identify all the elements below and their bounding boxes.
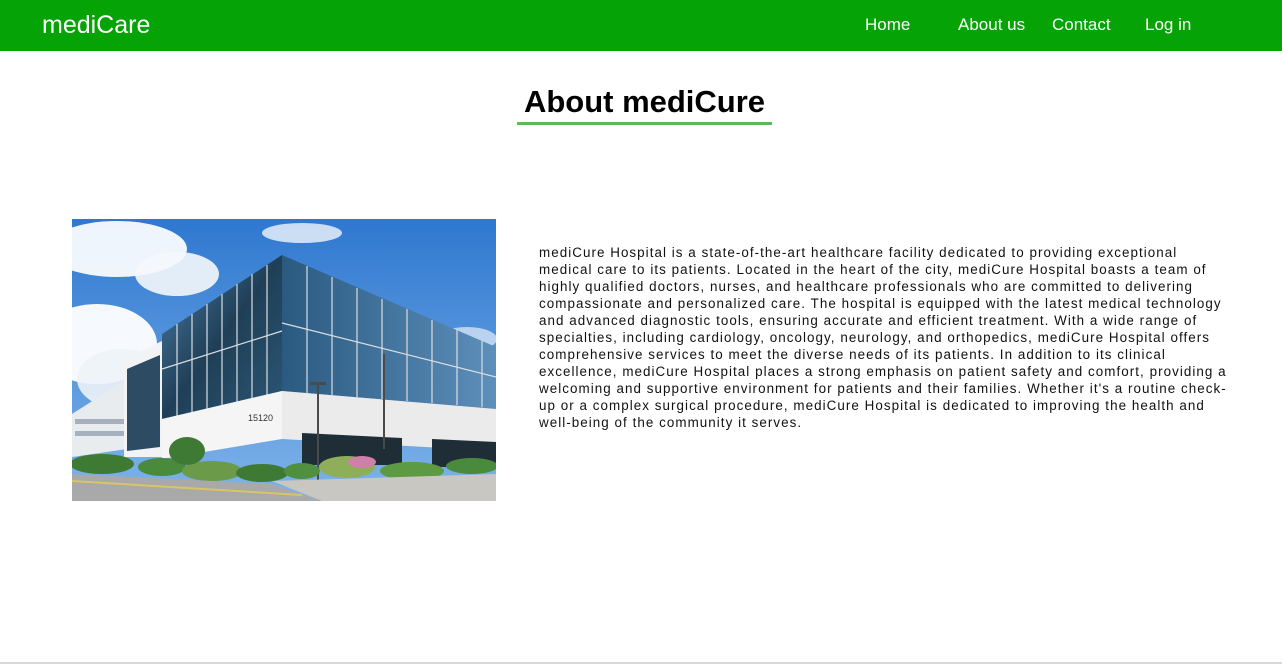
title-underline [517,122,772,125]
navbar: mediCare Home About us Contact Log in [0,0,1282,51]
hospital-building-photo: 15120 [72,219,496,501]
page-title: About mediCure [523,84,766,119]
nav-link-home[interactable]: Home [865,15,910,35]
about-description: mediCure Hospital is a state-of-the-art … [539,245,1227,430]
brand-logo[interactable]: mediCare [42,10,150,40]
nav-link-log-in[interactable]: Log in [1145,15,1191,35]
building-number: 15120 [248,413,273,423]
nav-link-about-us[interactable]: About us [958,15,1025,35]
nav-link-contact[interactable]: Contact [1052,15,1111,35]
